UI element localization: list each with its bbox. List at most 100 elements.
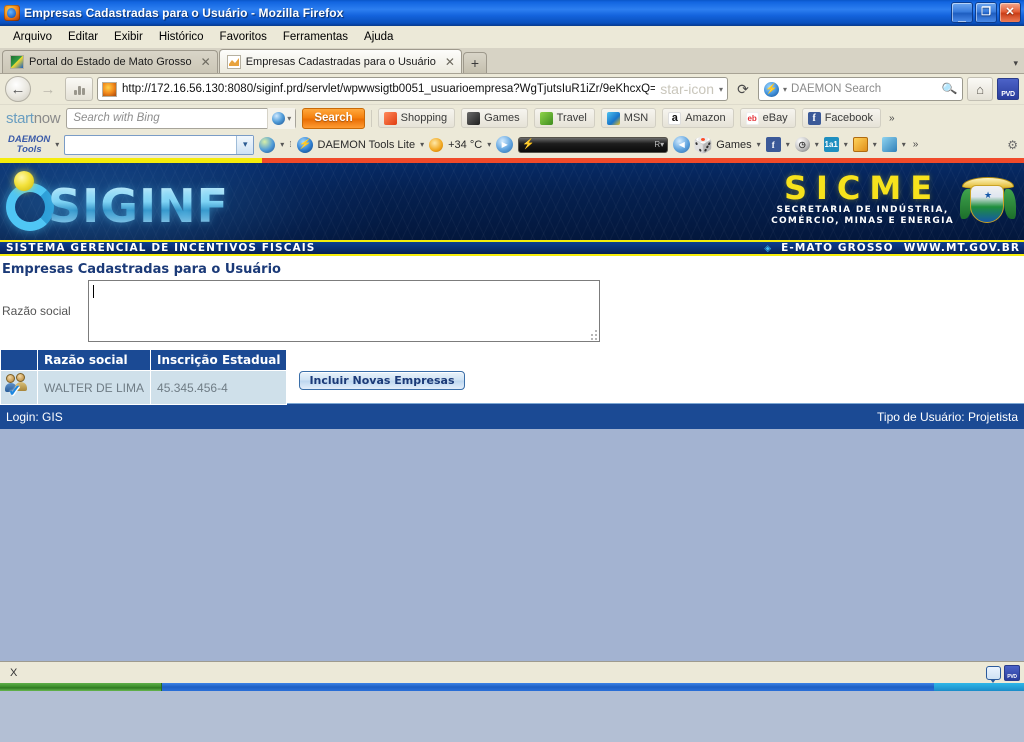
- chevron-down-icon[interactable]: ▾: [280, 140, 284, 149]
- pvd-icon[interactable]: PVD: [1004, 664, 1020, 681]
- menu-ajuda[interactable]: Ajuda: [357, 29, 400, 45]
- facebook-icon[interactable]: f: [765, 137, 781, 152]
- menu-editar[interactable]: Editar: [61, 29, 105, 45]
- magnifier-icon[interactable]: 🔍: [941, 81, 958, 97]
- maximize-button[interactable]: ❐: [975, 2, 997, 23]
- tab-close-icon[interactable]: ✕: [201, 55, 211, 69]
- search-input[interactable]: DAEMON Search: [791, 83, 938, 95]
- star-icon[interactable]: star-icon: [660, 81, 714, 97]
- startnow-engine-selector[interactable]: ▾: [267, 107, 296, 129]
- navigation-toolbar: ← → http://172.16.56.130:8080/siginf.prd…: [0, 74, 1024, 104]
- download-icon[interactable]: [881, 137, 897, 152]
- minimize-icon: _: [958, 7, 966, 23]
- 141-icon[interactable]: 1a1: [823, 137, 839, 152]
- row-select-cell[interactable]: ✓: [0, 370, 38, 405]
- media-track-display[interactable]: ⚡ R▾: [518, 136, 669, 153]
- resize-grip-icon[interactable]: [588, 330, 597, 340]
- forward-button[interactable]: →: [35, 76, 61, 102]
- tab-empresas-cadastradas[interactable]: Empresas Cadastradas para o Usuário ✕: [218, 49, 462, 73]
- menu-ferramentas[interactable]: Ferramentas: [276, 29, 355, 45]
- play-button[interactable]: ▶: [496, 136, 514, 153]
- brand-line-2: Tools: [16, 143, 42, 155]
- startnow-search-box[interactable]: Search with Bing ▾: [66, 107, 297, 129]
- chevron-down-icon[interactable]: ▾: [719, 85, 723, 94]
- chevron-down-icon[interactable]: ▾: [757, 140, 761, 149]
- startnow-overflow-icon[interactable]: »: [889, 113, 895, 124]
- chevron-down-icon[interactable]: ▾: [815, 140, 819, 149]
- chevron-down-icon[interactable]: ▾: [236, 135, 254, 154]
- chevron-down-icon[interactable]: ▾: [873, 140, 877, 149]
- games-label[interactable]: Games: [716, 139, 751, 151]
- drag-handle-icon[interactable]: ⁞: [289, 140, 291, 149]
- reload-button[interactable]: ⟳: [732, 77, 754, 101]
- tab-close-icon[interactable]: ✕: [445, 55, 455, 69]
- daemon-combo-input[interactable]: ▾: [64, 134, 255, 155]
- menu-exibir[interactable]: Exibir: [107, 29, 150, 45]
- close-button[interactable]: ✕: [999, 2, 1021, 23]
- startnow-search-input[interactable]: Search with Bing: [73, 112, 267, 124]
- search-bar[interactable]: ⚡ ▾ DAEMON Search 🔍: [758, 77, 963, 101]
- chat-icon[interactable]: [986, 665, 1001, 683]
- startnow-link-ebay[interactable]: eb eBay: [739, 108, 796, 128]
- window-titlebar: Empresas Cadastradas para o Usuário - Mo…: [0, 0, 1024, 26]
- user-type-label: Tipo de Usuário: Projetista: [877, 409, 1018, 424]
- back-button[interactable]: ←: [5, 76, 31, 102]
- startnow-link-travel[interactable]: Travel: [533, 108, 595, 128]
- search-globe-icon[interactable]: [259, 136, 276, 153]
- facebook-icon: f: [807, 111, 821, 125]
- select-user-icon[interactable]: ✓: [5, 373, 33, 400]
- razao-social-textarea[interactable]: [88, 280, 600, 342]
- chevron-down-icon[interactable]: ▾: [844, 140, 848, 149]
- chevron-down-icon[interactable]: ▾: [487, 140, 491, 149]
- menu-favoritos[interactable]: Favoritos: [213, 29, 274, 45]
- taskbar-items[interactable]: [162, 683, 934, 691]
- new-tab-button[interactable]: +: [462, 52, 487, 73]
- daemon-tools-brand[interactable]: DAEMON Tools: [4, 134, 50, 155]
- chevron-down-icon[interactable]: ▾: [786, 140, 790, 149]
- startnow-link-facebook[interactable]: f Facebook: [801, 108, 881, 128]
- incluir-novas-empresas-button[interactable]: Incluir Novas Empresas: [299, 371, 465, 390]
- close-find-bar-icon[interactable]: X: [4, 667, 17, 679]
- chevron-down-icon[interactable]: ▾: [420, 140, 424, 149]
- startnow-brand-2: now: [33, 109, 61, 127]
- start-button[interactable]: [0, 683, 162, 691]
- menu-arquivo[interactable]: Arquivo: [6, 29, 59, 45]
- search-engine-caret-icon[interactable]: ▾: [783, 85, 787, 94]
- bar-chart-icon[interactable]: [65, 77, 93, 101]
- weather-label[interactable]: +34 °C: [448, 139, 482, 151]
- list-all-tabs-icon[interactable]: ▾: [1013, 58, 1018, 69]
- e-mato-grosso-label[interactable]: E-MATO GROSSO: [781, 242, 894, 254]
- startnow-logo[interactable]: startnow: [4, 109, 61, 127]
- minimize-button[interactable]: _: [951, 2, 973, 23]
- home-button[interactable]: ⌂: [967, 77, 993, 101]
- table-row[interactable]: ✓ WALTER DE LIMA 45.345.456-4: [0, 370, 288, 405]
- maximize-icon: ❐: [981, 6, 991, 18]
- system-tray[interactable]: [934, 683, 1024, 691]
- startnow-link-shopping[interactable]: Shopping: [377, 108, 456, 128]
- startnow-link-msn[interactable]: MSN: [600, 108, 657, 128]
- daemon-lightning-icon[interactable]: ⚡: [296, 136, 313, 153]
- image-icon[interactable]: [852, 137, 868, 152]
- gear-icon[interactable]: ⚙: [1007, 138, 1018, 152]
- speaker-icon[interactable]: ◀: [673, 136, 691, 153]
- clock-icon[interactable]: ◷: [794, 137, 810, 152]
- startnow-link-games[interactable]: Games: [461, 108, 528, 128]
- mt-gov-site-label[interactable]: WWW.MT.GOV.BR: [904, 242, 1020, 254]
- page-content: Empresas Cadastradas para o Usuário Razã…: [0, 256, 1024, 405]
- chevron-down-icon: ▾: [287, 113, 292, 123]
- banner-subtitle-bar: SISTEMA GERENCIAL DE INCENTIVOS FISCAIS …: [0, 240, 1024, 256]
- table-header-inscricao-estadual: Inscrição Estadual: [150, 349, 288, 371]
- game-pawn-icon: [467, 111, 481, 125]
- daemon-overflow-icon[interactable]: »: [913, 139, 919, 150]
- track-meta-label: R▾: [654, 140, 665, 149]
- page-footer: Login: GIS Tipo de Usuário: Projetista: [0, 403, 1024, 429]
- chevron-down-icon[interactable]: ▾: [55, 140, 59, 149]
- tab-portal-mato-grosso[interactable]: Portal do Estado de Mato Grosso ✕: [2, 50, 218, 73]
- pvd-button[interactable]: PVD: [997, 78, 1019, 100]
- chevron-down-icon[interactable]: ▾: [902, 140, 906, 149]
- menu-historico[interactable]: Histórico: [152, 29, 211, 45]
- startnow-link-amazon[interactable]: a Amazon: [662, 108, 734, 128]
- url-bar[interactable]: http://172.16.56.130:8080/siginf.prd/ser…: [97, 77, 728, 101]
- daemon-tools-lite-label[interactable]: DAEMON Tools Lite: [318, 139, 416, 151]
- startnow-search-button[interactable]: Search: [302, 107, 365, 129]
